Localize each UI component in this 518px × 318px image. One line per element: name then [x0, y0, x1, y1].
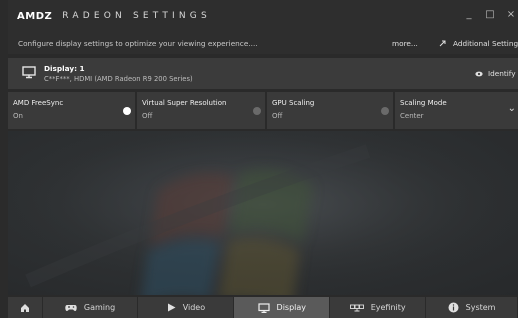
tile-scaling-mode[interactable]: Scaling Mode Center ⌄ [395, 92, 518, 129]
tile-label: Scaling Mode [400, 99, 447, 107]
chevron-down-icon: ⌄ [507, 103, 516, 114]
nav-system-label: System [465, 303, 496, 312]
tile-virtual-super-resolution[interactable]: Virtual Super Resolution Off [137, 92, 265, 129]
nav-gaming[interactable]: Gaming [42, 297, 139, 318]
play-icon [167, 303, 176, 312]
minimize-button[interactable]: _ [464, 9, 474, 20]
windows-logo-background [8, 131, 518, 295]
display-subtitle: C**F***, HDMI (AMD Radeon R9 200 Series) [44, 75, 193, 83]
nav-video[interactable]: Video [138, 297, 235, 318]
bottom-navigation: Gaming Video Display Eyefinity System [8, 297, 518, 318]
desktop-wallpaper [8, 131, 518, 295]
tile-label: GPU Scaling [272, 99, 315, 107]
radeon-settings-window: AMDZ RADEON SETTINGS _ □ × Configure dis… [8, 0, 518, 318]
tile-value: Off [272, 112, 283, 120]
monitor-icon [257, 302, 270, 313]
nav-display-label: Display [276, 303, 307, 312]
display-title: Display: 1 [44, 64, 85, 73]
additional-settings-link[interactable]: Additional Settings [439, 39, 518, 48]
nav-video-label: Video [182, 303, 206, 312]
title-bar: AMDZ RADEON SETTINGS _ □ × [8, 0, 518, 32]
nav-eyefinity[interactable]: Eyefinity [330, 297, 427, 318]
brand: AMDZ RADEON SETTINGS [17, 11, 211, 22]
identify-button[interactable]: Identify [475, 69, 516, 78]
amd-logo: AMDZ [17, 10, 53, 22]
window-controls: _ □ × [464, 9, 516, 20]
tile-value: Center [400, 112, 424, 120]
nav-home[interactable] [8, 297, 43, 318]
tile-value: Off [142, 112, 153, 120]
tile-amd-freesync[interactable]: AMD FreeSync On [8, 92, 135, 129]
maximize-button[interactable]: □ [485, 9, 495, 20]
more-link[interactable]: more... [392, 39, 418, 48]
freesync-toggle[interactable] [123, 107, 131, 115]
tile-label: Virtual Super Resolution [142, 99, 227, 107]
settings-tiles: AMD FreeSync On Virtual Super Resolution… [8, 92, 518, 129]
close-button[interactable]: × [506, 9, 516, 20]
tile-label: AMD FreeSync [13, 99, 64, 107]
display-selector[interactable]: Display: 1 C**F***, HDMI (AMD Radeon R9 … [8, 58, 518, 89]
app-title: RADEON SETTINGS [62, 11, 211, 21]
additional-settings-label: Additional Settings [453, 38, 518, 48]
eye-icon [475, 71, 483, 76]
home-icon [20, 303, 29, 312]
monitor-icon [22, 66, 36, 79]
nav-gaming-label: Gaming [83, 303, 116, 312]
gamepad-icon [65, 303, 77, 312]
nav-display[interactable]: Display [234, 297, 331, 318]
tile-value: On [13, 112, 23, 120]
external-arrow-icon [439, 40, 446, 47]
nav-system[interactable]: System [426, 297, 518, 318]
tile-gpu-scaling[interactable]: GPU Scaling Off [267, 92, 393, 129]
sub-header: Configure display settings to optimize y… [8, 32, 518, 54]
nav-eyefinity-label: Eyefinity [370, 303, 406, 312]
info-icon [448, 302, 459, 313]
eyefinity-icon [349, 304, 364, 312]
gpu-scaling-toggle[interactable] [381, 107, 389, 115]
identify-label: Identify [488, 69, 516, 78]
page-description: Configure display settings to optimize y… [18, 38, 258, 48]
vsr-toggle[interactable] [253, 107, 261, 115]
